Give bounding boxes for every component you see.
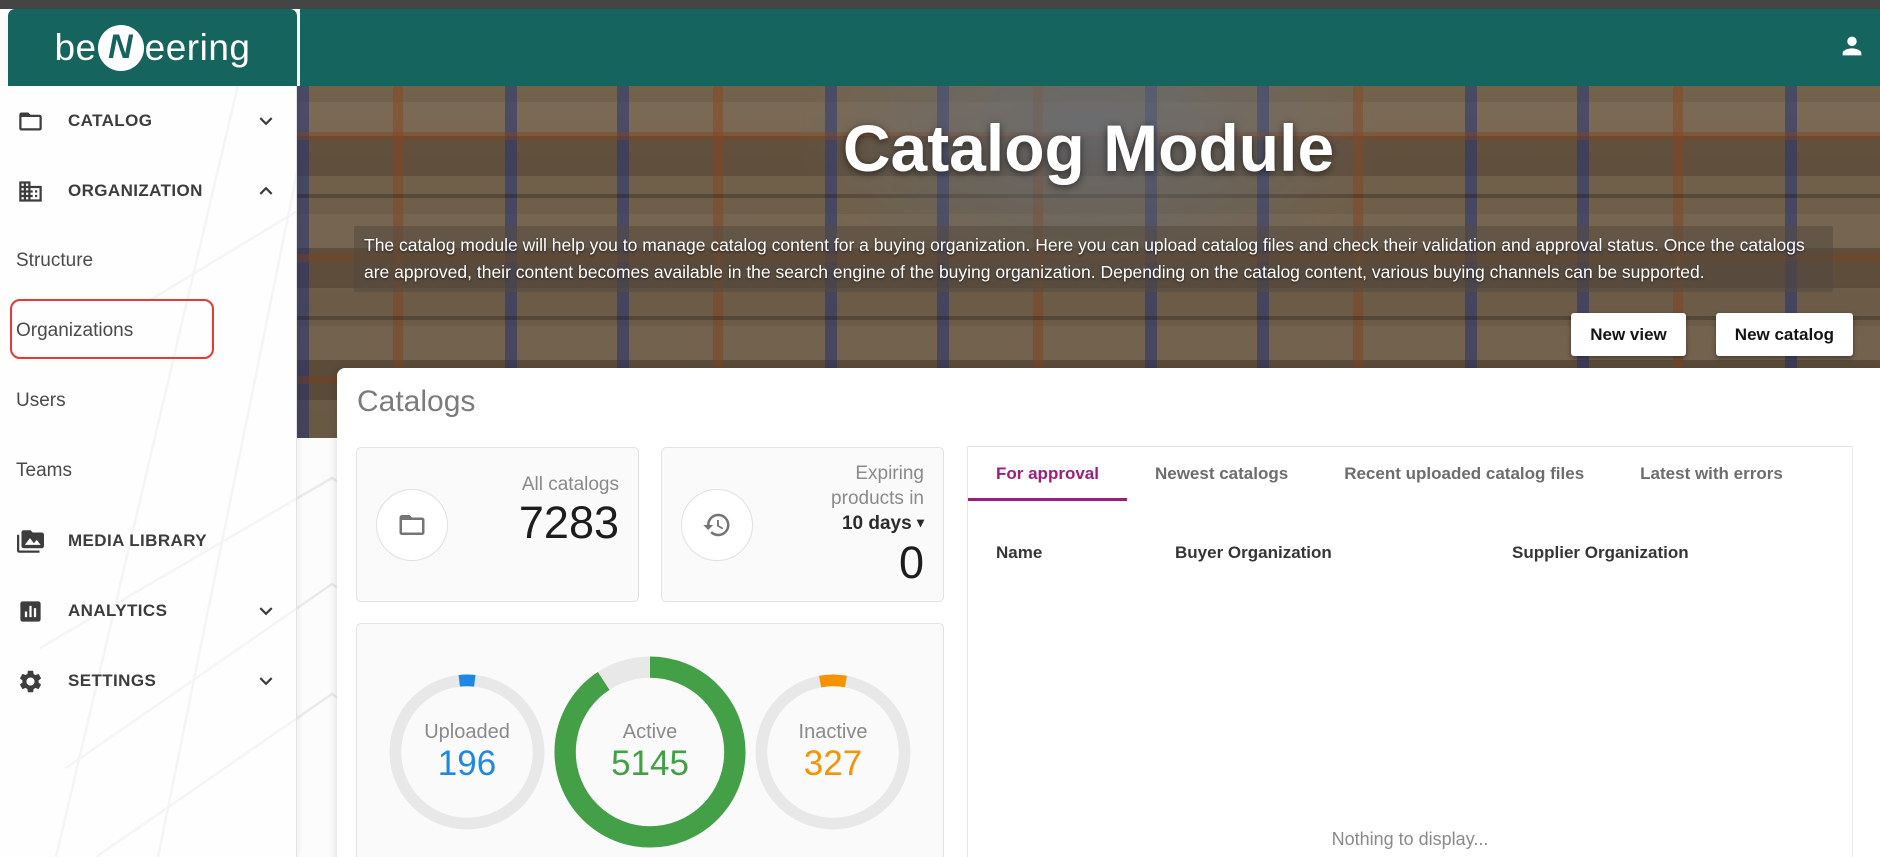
stat-value: 0 [831,537,924,589]
donut-label: Uploaded [424,720,510,744]
donut-label: Active [623,720,677,744]
sidebar-item-teams[interactable]: Teams [0,436,296,506]
stat-label: All catalogs [519,472,619,497]
sidebar-item-catalog[interactable]: CATALOG [0,86,296,156]
sidebar-item-analytics[interactable]: ANALYTICS [0,576,296,646]
stat-value: 7283 [519,497,619,549]
sidebar-item-label: ANALYTICS [68,601,167,621]
donut-value: 5145 [611,744,689,784]
new-view-button[interactable]: New view [1571,313,1686,356]
sidebar-item-label: ORGANIZATION [68,181,203,201]
gear-icon [16,667,44,695]
stat-label-line1: Expiring [831,461,924,486]
donut-label: Inactive [799,720,868,744]
tab-recent-uploaded-catalog-files[interactable]: Recent uploaded catalog files [1316,447,1612,501]
logo-text-post: eering [145,27,251,69]
card-avatar [681,489,753,561]
page-title: Catalog Module [297,110,1880,186]
chevron-up-icon[interactable] [252,177,280,205]
uploaded-donut-chart[interactable]: Uploaded 196 [386,671,548,833]
sidebar-item-settings[interactable]: SETTINGS [0,646,296,716]
chevron-down-icon[interactable] [252,107,280,135]
media-library-icon [16,527,44,555]
expiring-days-dropdown[interactable]: 10 days ▾ [831,511,924,537]
sidebar-item-label: CATALOG [68,111,152,131]
sidebar-item-label: SETTINGS [68,671,156,691]
logo-n-icon: N [98,25,144,71]
expiring-days-value: 10 days [842,513,912,534]
sidebar-item-structure[interactable]: Structure [0,226,296,296]
sidebar-item-label: Structure [16,250,93,272]
new-catalog-button[interactable]: New catalog [1716,313,1853,356]
hero-actions: New view New catalog [1571,313,1853,356]
donut-value: 196 [438,744,496,784]
all-catalogs-card[interactable]: All catalogs 7283 [356,447,639,602]
tab-bar: For approval Newest catalogs Recent uplo… [968,447,1852,501]
logo-text-pre: be [54,27,96,69]
sidebar-item-label: MEDIA LIBRARY [68,531,207,551]
sidebar-item-organizations[interactable]: Organizations [0,296,296,366]
window-top-strip [0,0,1880,9]
tab-latest-with-errors[interactable]: Latest with errors [1612,447,1811,501]
table-header-row: Name Buyer Organization Supplier Organiz… [968,543,1852,563]
inactive-donut-chart[interactable]: Inactive 327 [752,671,914,833]
module-description: The catalog module will help you to mana… [354,226,1833,292]
history-icon [702,510,732,540]
empty-table-message: Nothing to display... [968,829,1852,850]
catalogs-panel: Catalogs All catalogs 7283 Expiring prod… [337,368,1880,857]
building-icon [16,177,44,205]
column-header-name: Name [996,543,1175,563]
folder-icon [16,107,44,135]
card-avatar [376,489,448,561]
person-icon [1838,32,1866,60]
sidebar-item-label: Teams [16,460,72,482]
user-account-button[interactable] [1836,30,1868,62]
sidebar-item-organization[interactable]: ORGANIZATION [0,156,296,226]
sidebar-item-label: Organizations [16,320,133,342]
chevron-down-icon[interactable] [252,667,280,695]
sidebar: CATALOG ORGANIZATION Structure Organizat… [0,86,297,857]
stat-label-line2: products in [831,486,924,511]
catalog-lists-card: For approval Newest catalogs Recent uplo… [967,446,1853,857]
catalog-status-card: Uploaded 196 Active 5145 [356,623,944,857]
app-header-bar [300,9,1880,86]
analytics-icon [16,597,44,625]
tab-newest-catalogs[interactable]: Newest catalogs [1127,447,1316,501]
donut-value: 327 [804,744,862,784]
column-header-supplier-organization: Supplier Organization [1512,543,1824,563]
chevron-down-icon[interactable] [252,597,280,625]
expiring-products-card[interactable]: Expiring products in 10 days ▾ 0 [661,447,944,602]
catalog-module-page: beNeering CATALOG ORGANIZATION Struct [0,0,1880,857]
folder-icon [397,510,427,540]
tab-for-approval[interactable]: For approval [968,447,1127,501]
sidebar-item-media-library[interactable]: MEDIA LIBRARY [0,506,296,576]
active-donut-chart[interactable]: Active 5145 [554,656,746,848]
beneering-logo: beNeering [54,25,250,71]
sidebar-item-users[interactable]: Users [0,366,296,436]
logo-block[interactable]: beNeering [8,9,297,86]
sidebar-item-label: Users [16,390,66,412]
donut-row: Uploaded 196 Active 5145 [357,624,943,848]
caret-down-icon: ▾ [917,510,924,535]
column-header-buyer-organization: Buyer Organization [1175,543,1512,563]
section-heading: Catalogs [357,385,475,419]
